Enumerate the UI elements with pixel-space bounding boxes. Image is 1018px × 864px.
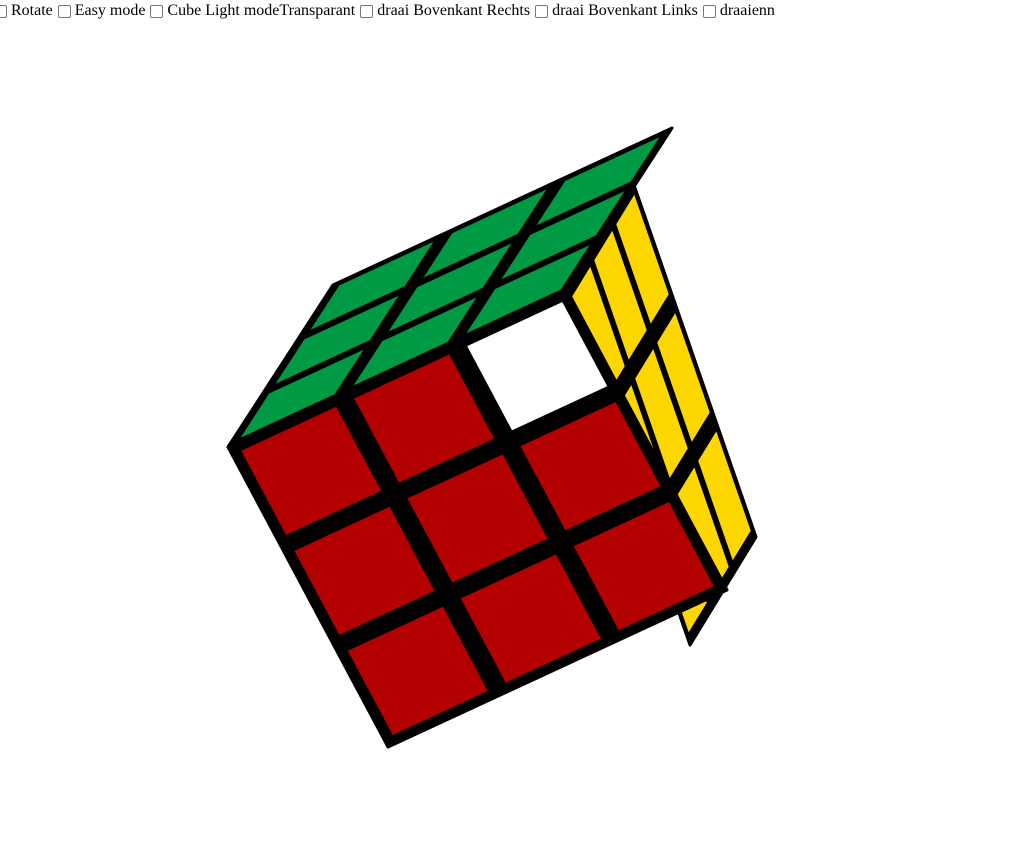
rubiks-cube[interactable] <box>226 126 758 749</box>
cube-canvas[interactable] <box>0 0 1018 864</box>
